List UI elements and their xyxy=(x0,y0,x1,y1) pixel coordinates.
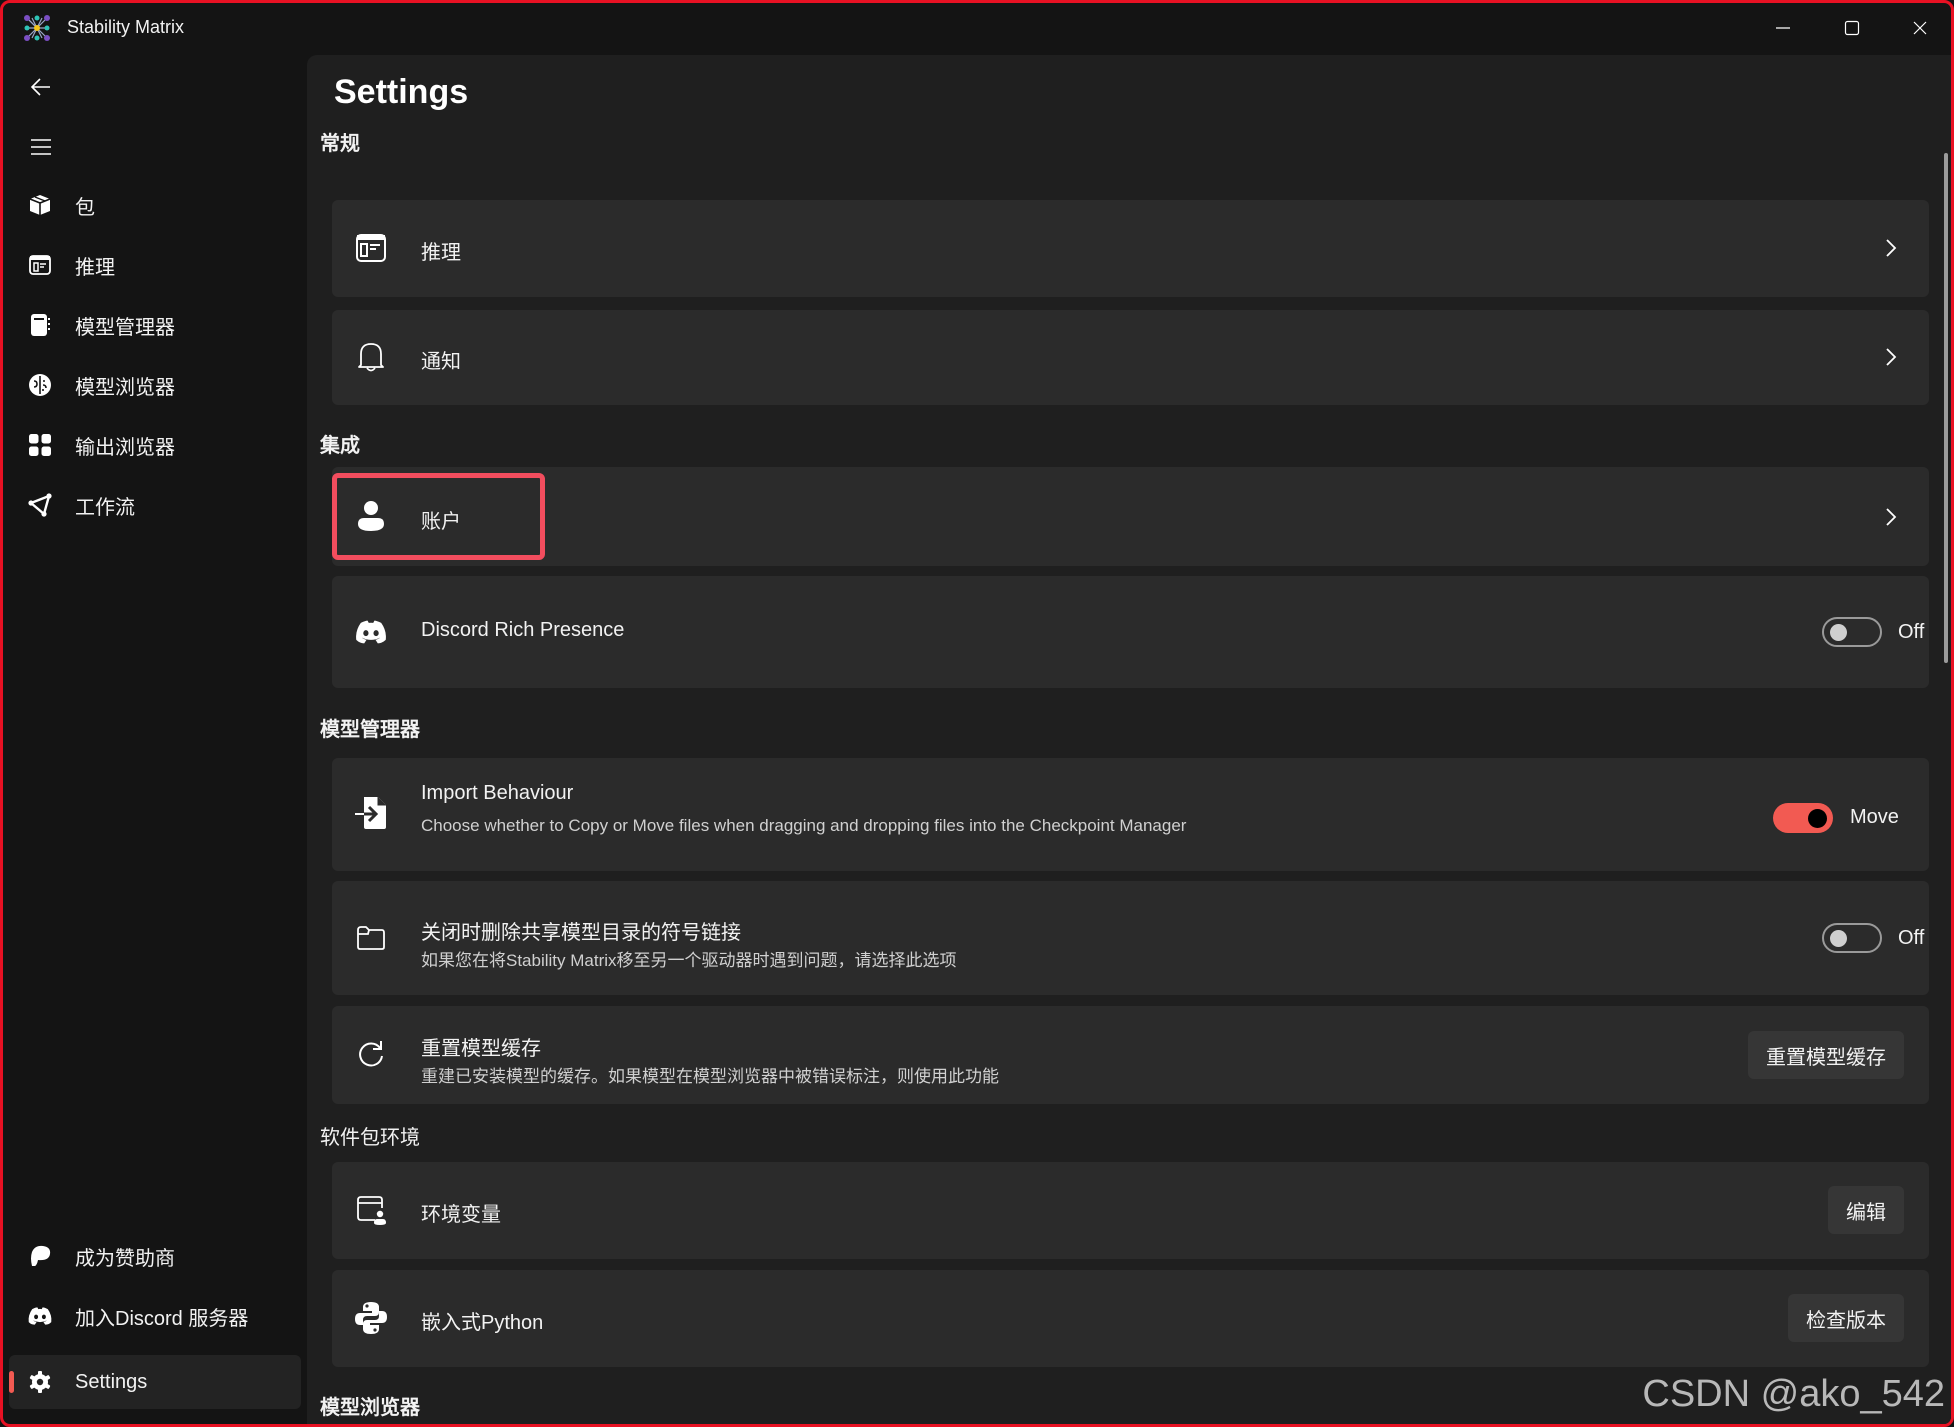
card-description: 如果您在将Stability Matrix移至另一个驱动器时遇到问题，请选择此选… xyxy=(421,951,957,970)
folder-icon xyxy=(354,921,388,955)
settings-card-environment-variables: 环境变量 编辑 xyxy=(332,1162,1929,1259)
sidebar-item-join-discord[interactable]: 加入Discord 服务器 xyxy=(9,1289,301,1343)
page-title: Settings xyxy=(334,73,469,111)
section-header-model-browser: 模型浏览器 xyxy=(320,1397,420,1419)
minimize-button[interactable] xyxy=(1749,3,1817,53)
sidebar-item-label: 模型浏览器 xyxy=(75,376,175,399)
window-title: Stability Matrix xyxy=(67,17,185,37)
edit-environment-variables-button[interactable]: 编辑 xyxy=(1828,1186,1904,1234)
sidebar-item-label: Settings xyxy=(75,1370,148,1393)
sidebar-item-model-manager[interactable]: 模型管理器 xyxy=(9,298,301,352)
window-person-icon xyxy=(354,1193,388,1227)
back-button[interactable] xyxy=(21,67,61,107)
app-window: Stability Matrix 包 推理 模型管理器 模型浏览器 输出浏览器 … xyxy=(0,0,1954,1427)
settings-card-remove-symlinks: 关闭时删除共享模型目录的符号链接 如果您在将Stability Matrix移至… xyxy=(332,881,1929,995)
sidebar-item-model-browser[interactable]: 模型浏览器 xyxy=(9,358,301,412)
grid-icon xyxy=(27,432,53,458)
maximize-button[interactable] xyxy=(1818,3,1886,53)
toggle-knob xyxy=(1830,624,1847,641)
toggle-knob xyxy=(1808,809,1827,828)
check-python-version-button[interactable]: 检查版本 xyxy=(1788,1294,1904,1342)
sidebar: 包 推理 模型管理器 模型浏览器 输出浏览器 工作流 成为赞助商 加入Disco… xyxy=(3,55,307,1424)
inference-window-icon xyxy=(27,252,53,278)
sidebar-item-label: 工作流 xyxy=(75,496,135,519)
chevron-right-icon[interactable] xyxy=(1881,505,1901,529)
person-icon xyxy=(354,499,388,533)
python-icon xyxy=(354,1301,388,1335)
title-bar: Stability Matrix xyxy=(3,3,1951,55)
settings-page: Settings 常规 推理 通知 集成 账户 Discord Rich Pre… xyxy=(307,55,1951,1424)
workflow-icon xyxy=(27,492,53,518)
discord-icon xyxy=(27,1303,53,1329)
close-icon xyxy=(1913,21,1927,35)
watermark: CSDN @ako_542 xyxy=(1642,1373,1945,1415)
import-file-icon xyxy=(354,796,388,830)
sidebar-item-become-patron[interactable]: 成为赞助商 xyxy=(9,1229,301,1283)
card-title: Import Behaviour xyxy=(421,782,574,804)
settings-card-discord-rich-presence: Discord Rich Presence Off xyxy=(332,576,1929,688)
vertical-scrollbar[interactable] xyxy=(1944,153,1948,663)
inference-window-icon xyxy=(354,231,388,265)
settings-card-import-behaviour: Import Behaviour Choose whether to Copy … xyxy=(332,758,1929,871)
sidebar-item-settings[interactable]: Settings xyxy=(9,1355,301,1409)
sidebar-item-label: 输出浏览器 xyxy=(75,436,175,459)
card-title: 通知 xyxy=(421,351,461,373)
toggle-state-label: Off xyxy=(1898,927,1925,949)
stability-matrix-logo-icon xyxy=(23,14,51,42)
card-title: 推理 xyxy=(421,242,461,264)
toggle-state-label: Off xyxy=(1898,621,1925,643)
toggle-state-label: Move xyxy=(1850,806,1899,828)
toggle-knob xyxy=(1830,930,1847,947)
section-header-general: 常规 xyxy=(320,133,360,155)
hamburger-icon xyxy=(31,139,51,155)
remove-symlinks-toggle[interactable] xyxy=(1822,923,1882,953)
card-description: Choose whether to Copy or Move files whe… xyxy=(421,816,1187,835)
brain-icon xyxy=(27,372,53,398)
chevron-right-icon[interactable] xyxy=(1881,236,1901,260)
menu-toggle-button[interactable] xyxy=(21,127,61,167)
card-title: 关闭时删除共享模型目录的符号链接 xyxy=(421,922,741,944)
minimize-icon xyxy=(1776,27,1790,29)
sidebar-item-packages[interactable]: 包 xyxy=(9,178,301,232)
sidebar-item-label: 推理 xyxy=(75,256,115,279)
chevron-right-icon[interactable] xyxy=(1881,345,1901,369)
card-title: Discord Rich Presence xyxy=(421,619,625,641)
settings-card-reset-model-cache: 重置模型缓存 重建已安装模型的缓存。如果模型在模型浏览器中被错误标注，则使用此功… xyxy=(332,1006,1929,1104)
sidebar-item-label: 模型管理器 xyxy=(75,316,175,339)
settings-card-embedded-python: 嵌入式Python 检查版本 xyxy=(332,1270,1929,1367)
box-icon xyxy=(27,192,53,218)
settings-card-notifications[interactable]: 通知 xyxy=(332,310,1929,405)
card-title: 嵌入式Python xyxy=(421,1312,544,1334)
close-button[interactable] xyxy=(1886,3,1951,53)
section-header-integrations: 集成 xyxy=(320,435,360,457)
refresh-icon xyxy=(354,1037,388,1071)
card-description: 重建已安装模型的缓存。如果模型在模型浏览器中被错误标注，则使用此功能 xyxy=(421,1067,999,1086)
import-behaviour-toggle[interactable] xyxy=(1773,803,1833,833)
section-header-model-manager: 模型管理器 xyxy=(320,719,420,741)
bell-icon xyxy=(354,340,388,374)
sidebar-item-inference[interactable]: 推理 xyxy=(9,238,301,292)
maximize-icon xyxy=(1844,20,1860,36)
reset-model-cache-button[interactable]: 重置模型缓存 xyxy=(1748,1031,1904,1079)
sidebar-item-label: 加入Discord 服务器 xyxy=(75,1307,249,1330)
discord-icon xyxy=(354,615,388,649)
card-title: 重置模型缓存 xyxy=(421,1038,541,1060)
gear-icon xyxy=(27,1369,53,1395)
patreon-icon xyxy=(27,1243,53,1269)
sidebar-item-workflows[interactable]: 工作流 xyxy=(9,478,301,532)
settings-card-account[interactable]: 账户 xyxy=(332,467,1929,566)
arrow-left-icon xyxy=(30,78,50,96)
section-header-package-environment: 软件包环境 xyxy=(320,1127,420,1149)
sidebar-item-output-browser[interactable]: 输出浏览器 xyxy=(9,418,301,472)
card-title: 环境变量 xyxy=(421,1204,501,1226)
discord-rich-presence-toggle[interactable] xyxy=(1822,617,1882,647)
card-title: 账户 xyxy=(421,511,461,533)
sidebar-item-label: 包 xyxy=(75,196,95,219)
sidebar-item-label: 成为赞助商 xyxy=(75,1247,175,1270)
notebook-icon xyxy=(27,312,53,338)
settings-card-inference[interactable]: 推理 xyxy=(332,200,1929,297)
selected-indicator xyxy=(9,1371,14,1393)
